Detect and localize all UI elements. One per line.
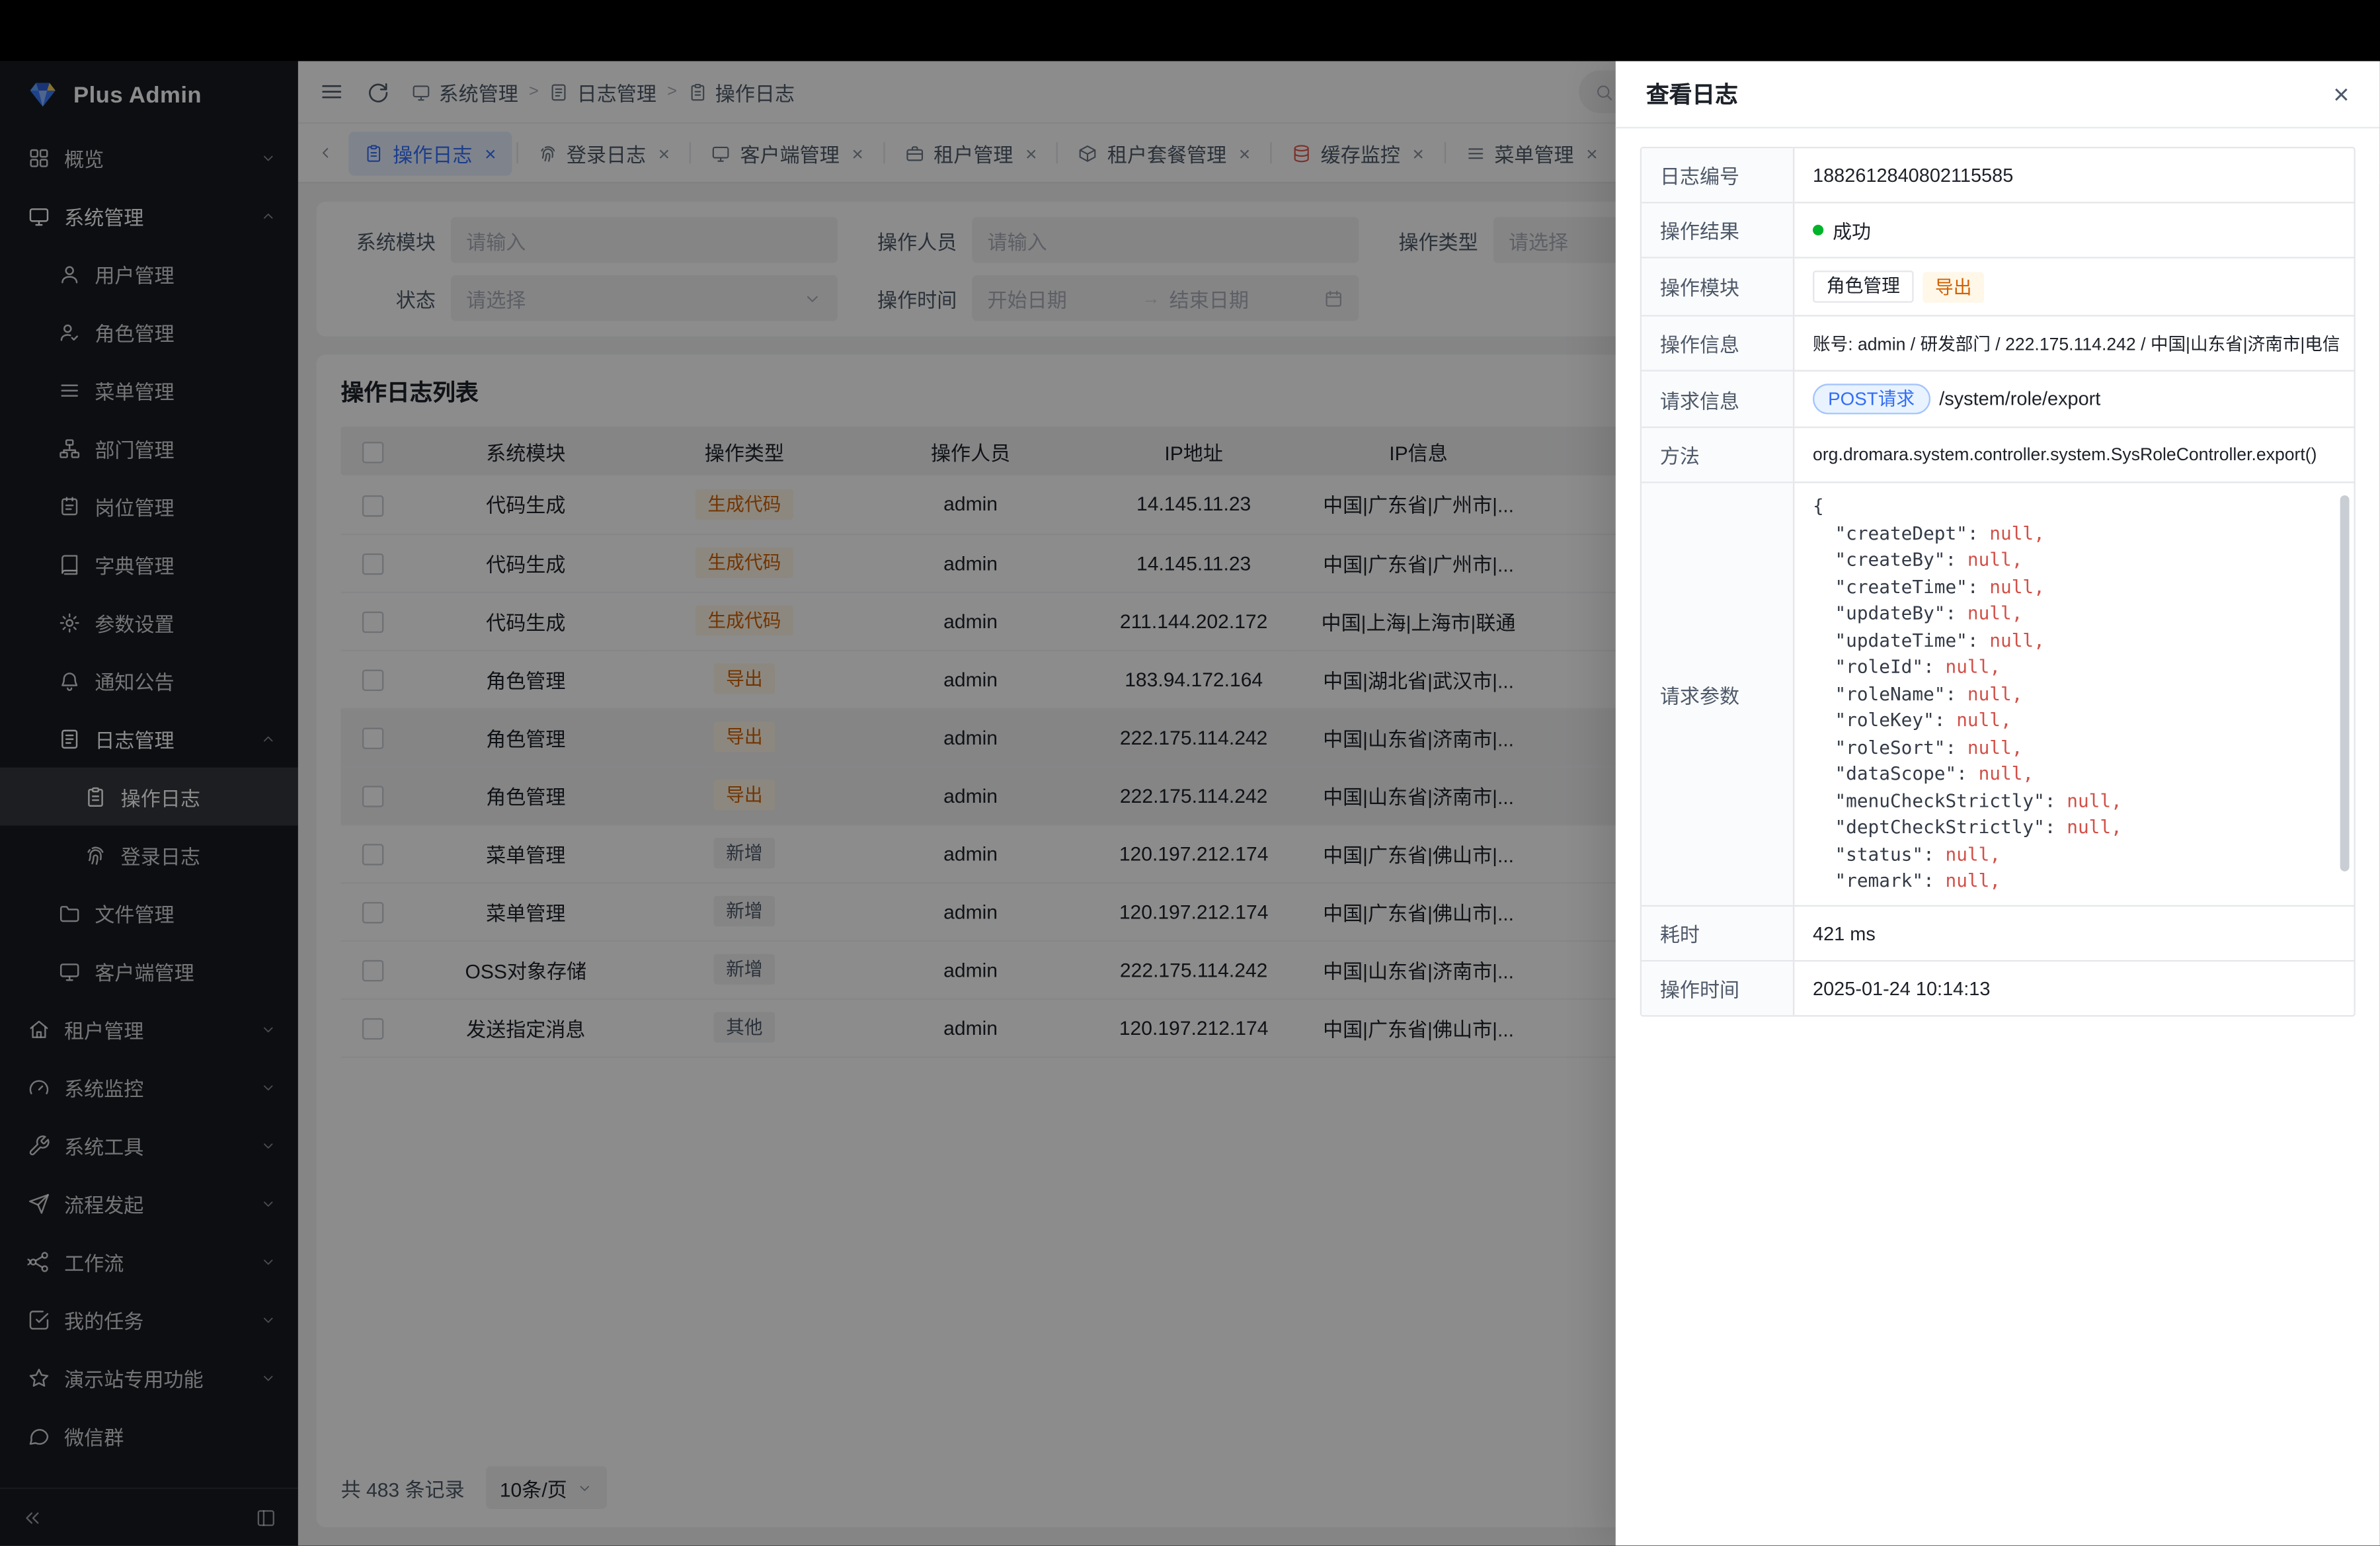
post-request-badge: POST请求 xyxy=(1813,384,1930,414)
code-line: "roleName": null, xyxy=(1813,681,2351,708)
code-line: "roleSort": null, xyxy=(1813,735,2351,761)
params-value: { "createDept": null, "createBy": null, … xyxy=(1794,483,2354,905)
request-label: 请求信息 xyxy=(1642,372,1794,427)
method-label: 方法 xyxy=(1642,428,1794,481)
request-params-code: { "createDept": null, "createBy": null, … xyxy=(1813,494,2351,895)
row-duration: 耗时 421 ms xyxy=(1642,907,2354,961)
module-label: 操作模块 xyxy=(1642,259,1794,315)
row-info: 操作信息 账号: admin / 研发部门 / 222.175.114.242 … xyxy=(1642,317,2354,372)
time-value: 2025-01-24 10:14:13 xyxy=(1794,961,2354,1015)
info-value: 账号: admin / 研发部门 / 222.175.114.242 / 中国|… xyxy=(1794,317,2354,370)
time-label: 操作时间 xyxy=(1642,961,1794,1015)
code-line: "createTime": null, xyxy=(1813,574,2351,600)
request-url: /system/role/export xyxy=(1939,388,2100,409)
result-label: 操作结果 xyxy=(1642,203,1794,257)
code-line: "deptCheckStrictly": null, xyxy=(1813,815,2351,841)
row-request: 请求信息 POST请求 /system/role/export xyxy=(1642,372,2354,428)
row-module: 操作模块 角色管理 导出 xyxy=(1642,259,2354,317)
result-text: 成功 xyxy=(1833,216,1871,245)
info-label: 操作信息 xyxy=(1642,317,1794,370)
module-value: 角色管理 导出 xyxy=(1794,259,2354,315)
code-line: "createBy": null, xyxy=(1813,548,2351,574)
code-line: "menuCheckStrictly": null, xyxy=(1813,788,2351,815)
drawer-header: 查看日志 × xyxy=(1616,61,2380,128)
request-value: POST请求 /system/role/export xyxy=(1794,372,2354,427)
log-detail-table: 日志编号 1882612840802115585 操作结果 成功 操作模块 xyxy=(1640,147,2356,1017)
drawer-title: 查看日志 xyxy=(1646,78,1738,110)
code-line: "roleKey": null, xyxy=(1813,708,2351,734)
duration-label: 耗时 xyxy=(1642,907,1794,960)
result-value: 成功 xyxy=(1794,203,2354,257)
code-scrollbar-thumb[interactable] xyxy=(2340,495,2350,872)
params-label: 请求参数 xyxy=(1642,483,1794,905)
row-time: 操作时间 2025-01-24 10:14:13 xyxy=(1642,961,2354,1015)
module-tag: 角色管理 xyxy=(1813,270,1914,303)
log-id-label: 日志编号 xyxy=(1642,148,1794,202)
row-params: 请求参数 { "createDept": null, "createBy": n… xyxy=(1642,483,2354,907)
code-line: "updateBy": null, xyxy=(1813,601,2351,628)
viewport: Plus Admin 概览系统管理用户管理角色管理菜单管理部门管理岗位管理字典管… xyxy=(0,0,2380,1545)
code-line: "remark": null, xyxy=(1813,868,2351,894)
code-line: { xyxy=(1813,494,2351,520)
code-line: "status": null, xyxy=(1813,842,2351,868)
view-log-drawer: 查看日志 × 日志编号 1882612840802115585 操作结果 成功 xyxy=(1616,61,2380,1545)
close-icon[interactable]: × xyxy=(2333,80,2349,108)
action-tag: 导出 xyxy=(1923,271,1985,302)
duration-value: 421 ms xyxy=(1794,907,2354,960)
row-method: 方法 org.dromara.system.controller.system.… xyxy=(1642,428,2354,483)
log-id-value: 1882612840802115585 xyxy=(1794,148,2354,202)
row-log-id: 日志编号 1882612840802115585 xyxy=(1642,148,2354,203)
row-result: 操作结果 成功 xyxy=(1642,203,2354,258)
app-window: Plus Admin 概览系统管理用户管理角色管理菜单管理部门管理岗位管理字典管… xyxy=(0,61,2380,1545)
code-line: "roleId": null, xyxy=(1813,655,2351,681)
drawer-body: 日志编号 1882612840802115585 操作结果 成功 操作模块 xyxy=(1616,128,2380,1545)
code-line: "updateTime": null, xyxy=(1813,628,2351,654)
success-dot-icon xyxy=(1813,225,1823,235)
code-line: "dataScope": null, xyxy=(1813,761,2351,788)
method-value: org.dromara.system.controller.system.Sys… xyxy=(1794,428,2354,481)
code-line: "createDept": null, xyxy=(1813,520,2351,547)
